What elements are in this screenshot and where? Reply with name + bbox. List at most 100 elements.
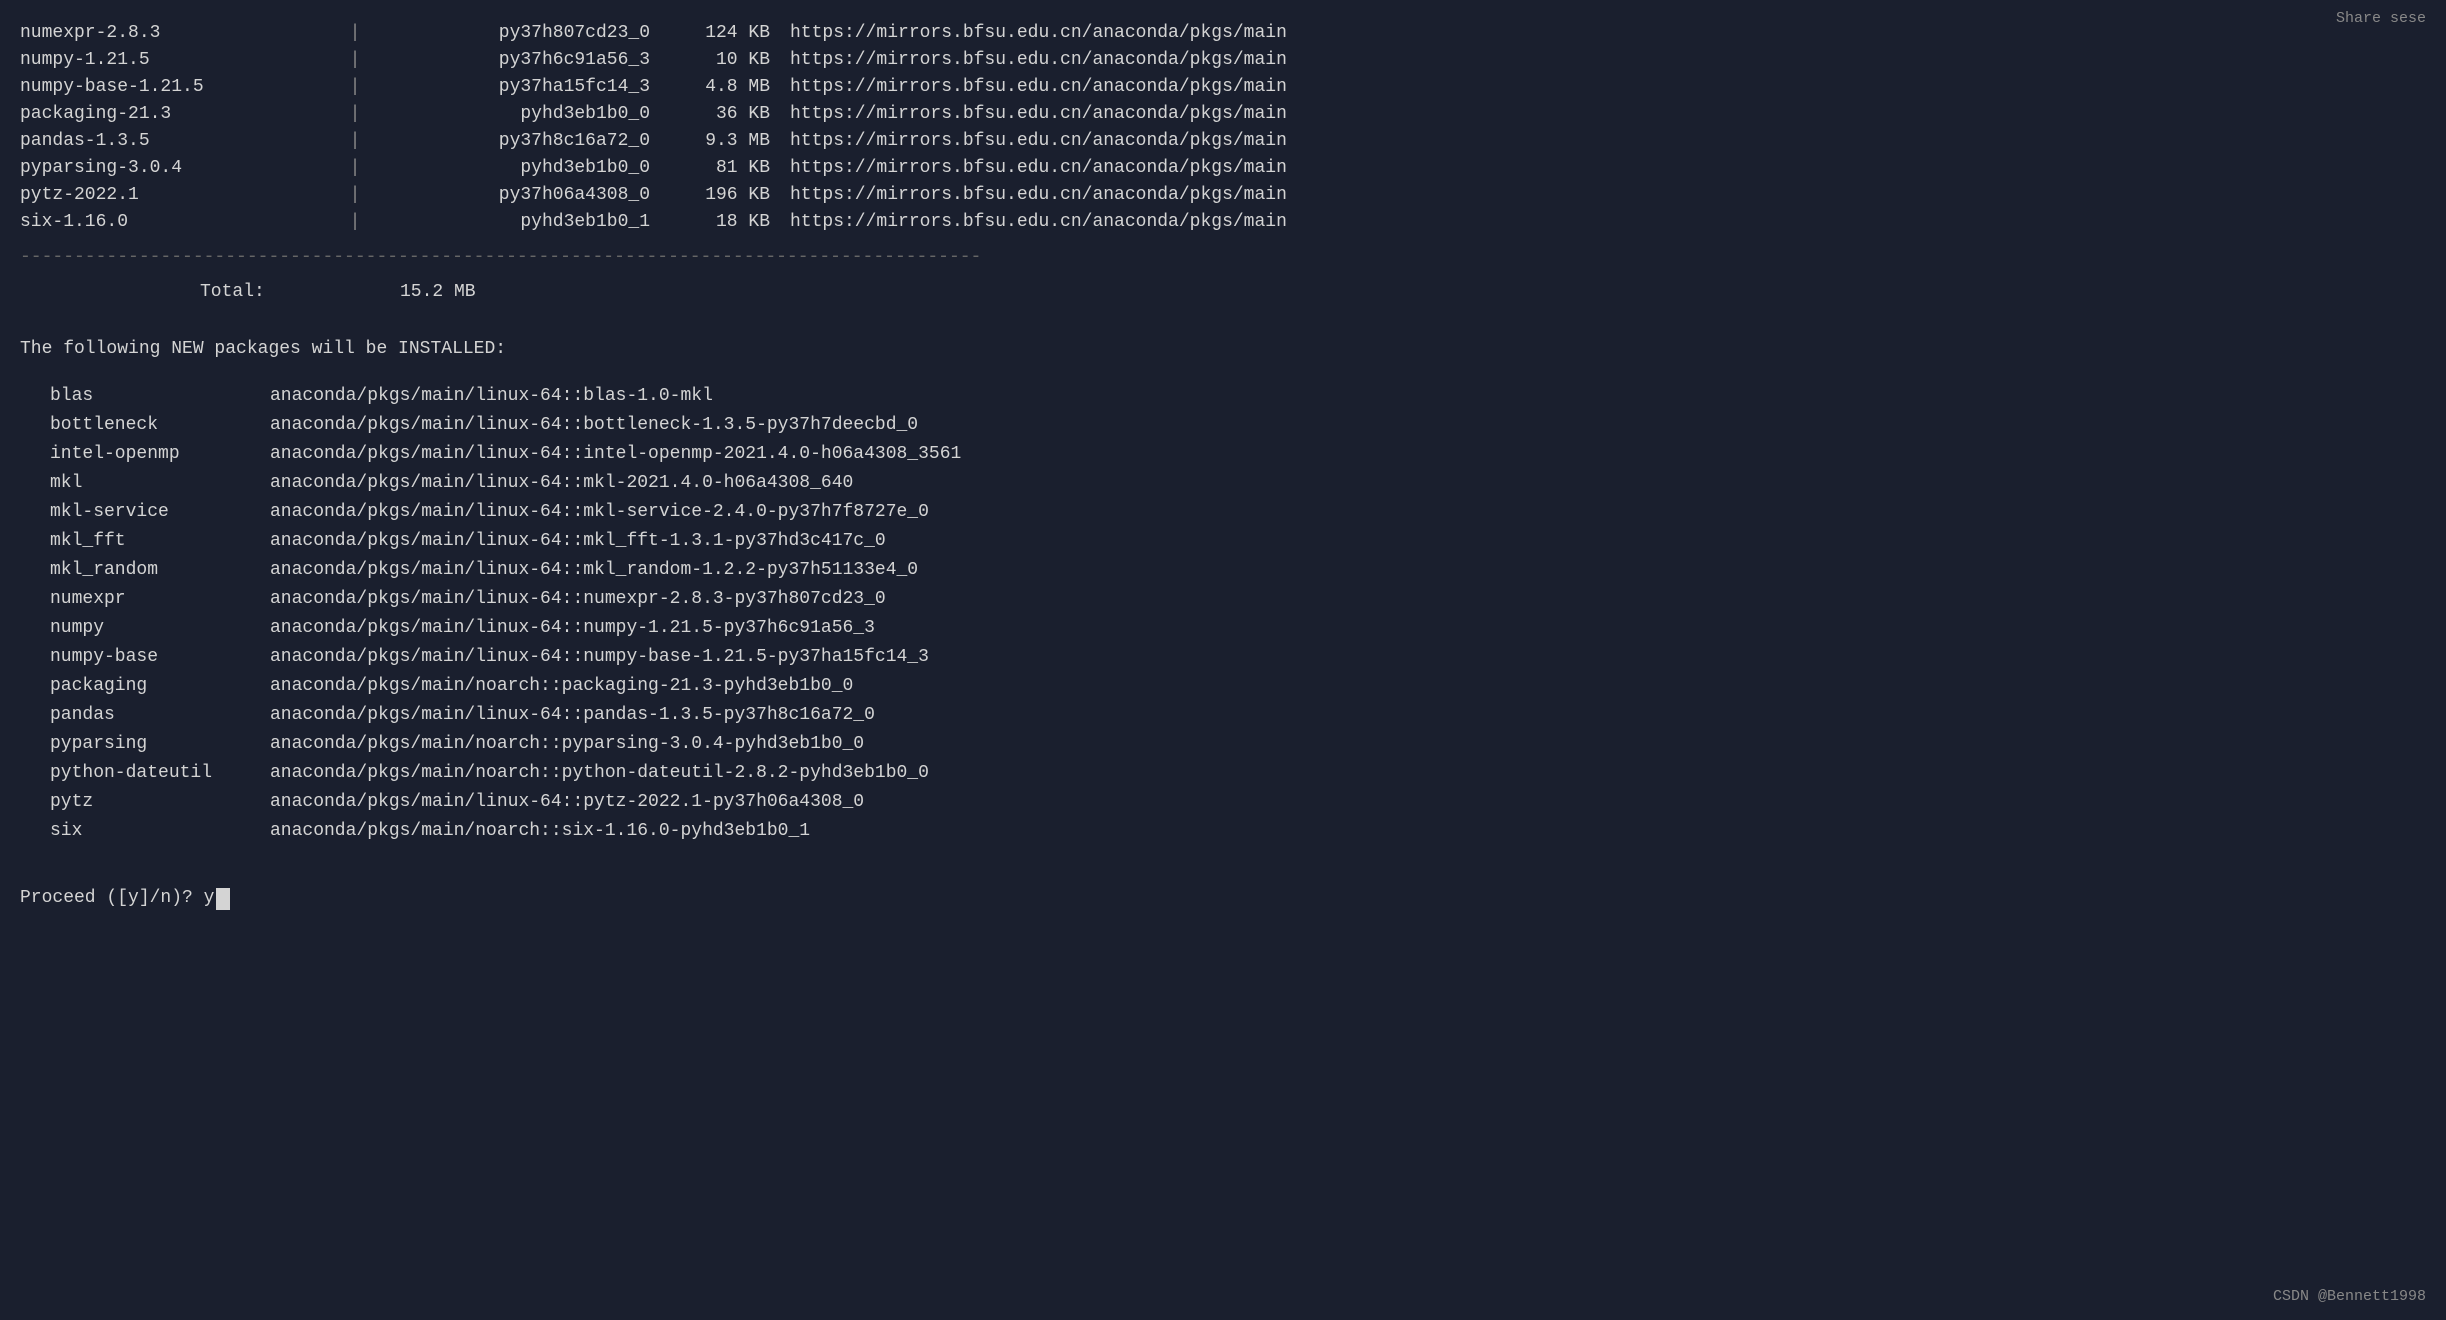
separator: | xyxy=(340,128,370,155)
proceed-text: Proceed ([y]/n)? y xyxy=(20,885,214,912)
pkg-name: six-1.16.0 xyxy=(20,209,340,236)
install-pkg-path: anaconda/pkgs/main/linux-64::pandas-1.3.… xyxy=(270,702,875,729)
table-row: numpy-1.21.5 |py37h6c91a56_310 KBhttps:/… xyxy=(20,47,2426,74)
total-value: 15.2 MB xyxy=(400,279,476,306)
pkg-url: https://mirrors.bfsu.edu.cn/anaconda/pkg… xyxy=(770,128,1287,155)
install-item: pandasanaconda/pkgs/main/linux-64::panda… xyxy=(50,702,2426,729)
build-string: py37h8c16a72_0 xyxy=(370,128,670,155)
install-pkg-path: anaconda/pkgs/main/linux-64::intel-openm… xyxy=(270,441,961,468)
packages-table: numexpr-2.8.3 |py37h807cd23_0124 KBhttps… xyxy=(20,20,2426,306)
table-row: six-1.16.0 |pyhd3eb1b0_118 KBhttps://mir… xyxy=(20,209,2426,236)
install-pkg-name: pyparsing xyxy=(50,731,270,758)
install-pkg-name: six xyxy=(50,818,270,845)
install-pkg-path: anaconda/pkgs/main/noarch::six-1.16.0-py… xyxy=(270,818,810,845)
table-row: packaging-21.3 |pyhd3eb1b0_036 KBhttps:/… xyxy=(20,101,2426,128)
install-pkg-name: numpy-base xyxy=(50,644,270,671)
install-pkg-name: pandas xyxy=(50,702,270,729)
pkg-size: 36 KB xyxy=(670,101,770,128)
install-pkg-path: anaconda/pkgs/main/noarch::packaging-21.… xyxy=(270,673,853,700)
install-item: bottleneckanaconda/pkgs/main/linux-64::b… xyxy=(50,412,2426,439)
table-row: numpy-base-1.21.5 |py37ha15fc14_34.8 MBh… xyxy=(20,74,2426,101)
install-pkg-path: anaconda/pkgs/main/linux-64::mkl_fft-1.3… xyxy=(270,528,886,555)
install-item: mklanaconda/pkgs/main/linux-64::mkl-2021… xyxy=(50,470,2426,497)
install-pkg-name: intel-openmp xyxy=(50,441,270,468)
total-label: Total: xyxy=(200,279,400,306)
install-pkg-name: mkl_random xyxy=(50,557,270,584)
pkg-size: 81 KB xyxy=(670,155,770,182)
install-pkg-path: anaconda/pkgs/main/noarch::pyparsing-3.0… xyxy=(270,731,864,758)
pkg-name: packaging-21.3 xyxy=(20,101,340,128)
pkg-url: https://mirrors.bfsu.edu.cn/anaconda/pkg… xyxy=(770,155,1287,182)
table-row: pandas-1.3.5 |py37h8c16a72_09.3 MBhttps:… xyxy=(20,128,2426,155)
pkg-url: https://mirrors.bfsu.edu.cn/anaconda/pkg… xyxy=(770,20,1287,47)
pkg-name: numpy-base-1.21.5 xyxy=(20,74,340,101)
separator: | xyxy=(340,209,370,236)
install-pkg-name: pytz xyxy=(50,789,270,816)
install-item: sixanaconda/pkgs/main/noarch::six-1.16.0… xyxy=(50,818,2426,845)
install-item: packaginganaconda/pkgs/main/noarch::pack… xyxy=(50,673,2426,700)
install-pkg-path: anaconda/pkgs/main/linux-64::pytz-2022.1… xyxy=(270,789,864,816)
install-pkg-name: python-dateutil xyxy=(50,760,270,787)
table-row: numexpr-2.8.3 |py37h807cd23_0124 KBhttps… xyxy=(20,20,2426,47)
pkg-name: numpy-1.21.5 xyxy=(20,47,340,74)
build-string: pyhd3eb1b0_0 xyxy=(370,101,670,128)
pkg-name: pyparsing-3.0.4 xyxy=(20,155,340,182)
table-row: pyparsing-3.0.4 |pyhd3eb1b0_081 KBhttps:… xyxy=(20,155,2426,182)
pkg-url: https://mirrors.bfsu.edu.cn/anaconda/pkg… xyxy=(770,209,1287,236)
install-pkg-path: anaconda/pkgs/main/linux-64::numexpr-2.8… xyxy=(270,586,886,613)
pkg-url: https://mirrors.bfsu.edu.cn/anaconda/pkg… xyxy=(770,74,1287,101)
install-header: The following NEW packages will be INSTA… xyxy=(20,336,2426,363)
install-item: mkl-serviceanaconda/pkgs/main/linux-64::… xyxy=(50,499,2426,526)
install-pkg-name: mkl-service xyxy=(50,499,270,526)
separator: | xyxy=(340,74,370,101)
install-pkg-path: anaconda/pkgs/main/linux-64::mkl-service… xyxy=(270,499,929,526)
separator: | xyxy=(340,101,370,128)
install-pkg-path: anaconda/pkgs/main/linux-64::numpy-base-… xyxy=(270,644,929,671)
build-string: pyhd3eb1b0_1 xyxy=(370,209,670,236)
pkg-url: https://mirrors.bfsu.edu.cn/anaconda/pkg… xyxy=(770,47,1287,74)
install-pkg-name: numpy xyxy=(50,615,270,642)
install-pkg-name: packaging xyxy=(50,673,270,700)
pkg-name: pytz-2022.1 xyxy=(20,182,340,209)
table-row: pytz-2022.1 |py37h06a4308_0196 KBhttps:/… xyxy=(20,182,2426,209)
install-item: intel-openmpanaconda/pkgs/main/linux-64:… xyxy=(50,441,2426,468)
proceed-section[interactable]: Proceed ([y]/n)? y xyxy=(20,885,2426,912)
install-item: python-dateutilanaconda/pkgs/main/noarch… xyxy=(50,760,2426,787)
separator: | xyxy=(340,20,370,47)
pkg-name: numexpr-2.8.3 xyxy=(20,20,340,47)
install-list: blasanaconda/pkgs/main/linux-64::blas-1.… xyxy=(50,383,2426,845)
install-pkg-name: mkl xyxy=(50,470,270,497)
build-string: py37h807cd23_0 xyxy=(370,20,670,47)
csdn-badge: CSDN @Bennett1998 xyxy=(2273,1286,2426,1309)
build-string: py37h6c91a56_3 xyxy=(370,47,670,74)
install-pkg-name: bottleneck xyxy=(50,412,270,439)
install-pkg-path: anaconda/pkgs/main/linux-64::blas-1.0-mk… xyxy=(270,383,713,410)
pkg-size: 10 KB xyxy=(670,47,770,74)
build-string: pyhd3eb1b0_0 xyxy=(370,155,670,182)
pkg-size: 124 KB xyxy=(670,20,770,47)
cursor xyxy=(216,888,230,910)
install-item: blasanaconda/pkgs/main/linux-64::blas-1.… xyxy=(50,383,2426,410)
install-item: numpyanaconda/pkgs/main/linux-64::numpy-… xyxy=(50,615,2426,642)
pkg-size: 196 KB xyxy=(670,182,770,209)
install-pkg-name: mkl_fft xyxy=(50,528,270,555)
install-pkg-path: anaconda/pkgs/main/linux-64::mkl_random-… xyxy=(270,557,918,584)
pkg-name: pandas-1.3.5 xyxy=(20,128,340,155)
install-pkg-path: anaconda/pkgs/main/noarch::python-dateut… xyxy=(270,760,929,787)
separator: | xyxy=(340,182,370,209)
install-pkg-name: blas xyxy=(50,383,270,410)
separator: | xyxy=(340,47,370,74)
pkg-url: https://mirrors.bfsu.edu.cn/anaconda/pkg… xyxy=(770,101,1287,128)
share-button[interactable]: Share sese xyxy=(2336,8,2426,31)
build-string: py37h06a4308_0 xyxy=(370,182,670,209)
total-row: Total: 15.2 MB xyxy=(20,279,2426,306)
install-item: pyparsinganaconda/pkgs/main/noarch::pypa… xyxy=(50,731,2426,758)
pkg-url: https://mirrors.bfsu.edu.cn/anaconda/pkg… xyxy=(770,182,1287,209)
install-item: mkl_fftanaconda/pkgs/main/linux-64::mkl_… xyxy=(50,528,2426,555)
install-item: pytzanaconda/pkgs/main/linux-64::pytz-20… xyxy=(50,789,2426,816)
install-item: mkl_randomanaconda/pkgs/main/linux-64::m… xyxy=(50,557,2426,584)
terminal-window: Share sese numexpr-2.8.3 |py37h807cd23_0… xyxy=(0,0,2446,1320)
pkg-size: 4.8 MB xyxy=(670,74,770,101)
pkg-size: 18 KB xyxy=(670,209,770,236)
install-pkg-name: numexpr xyxy=(50,586,270,613)
